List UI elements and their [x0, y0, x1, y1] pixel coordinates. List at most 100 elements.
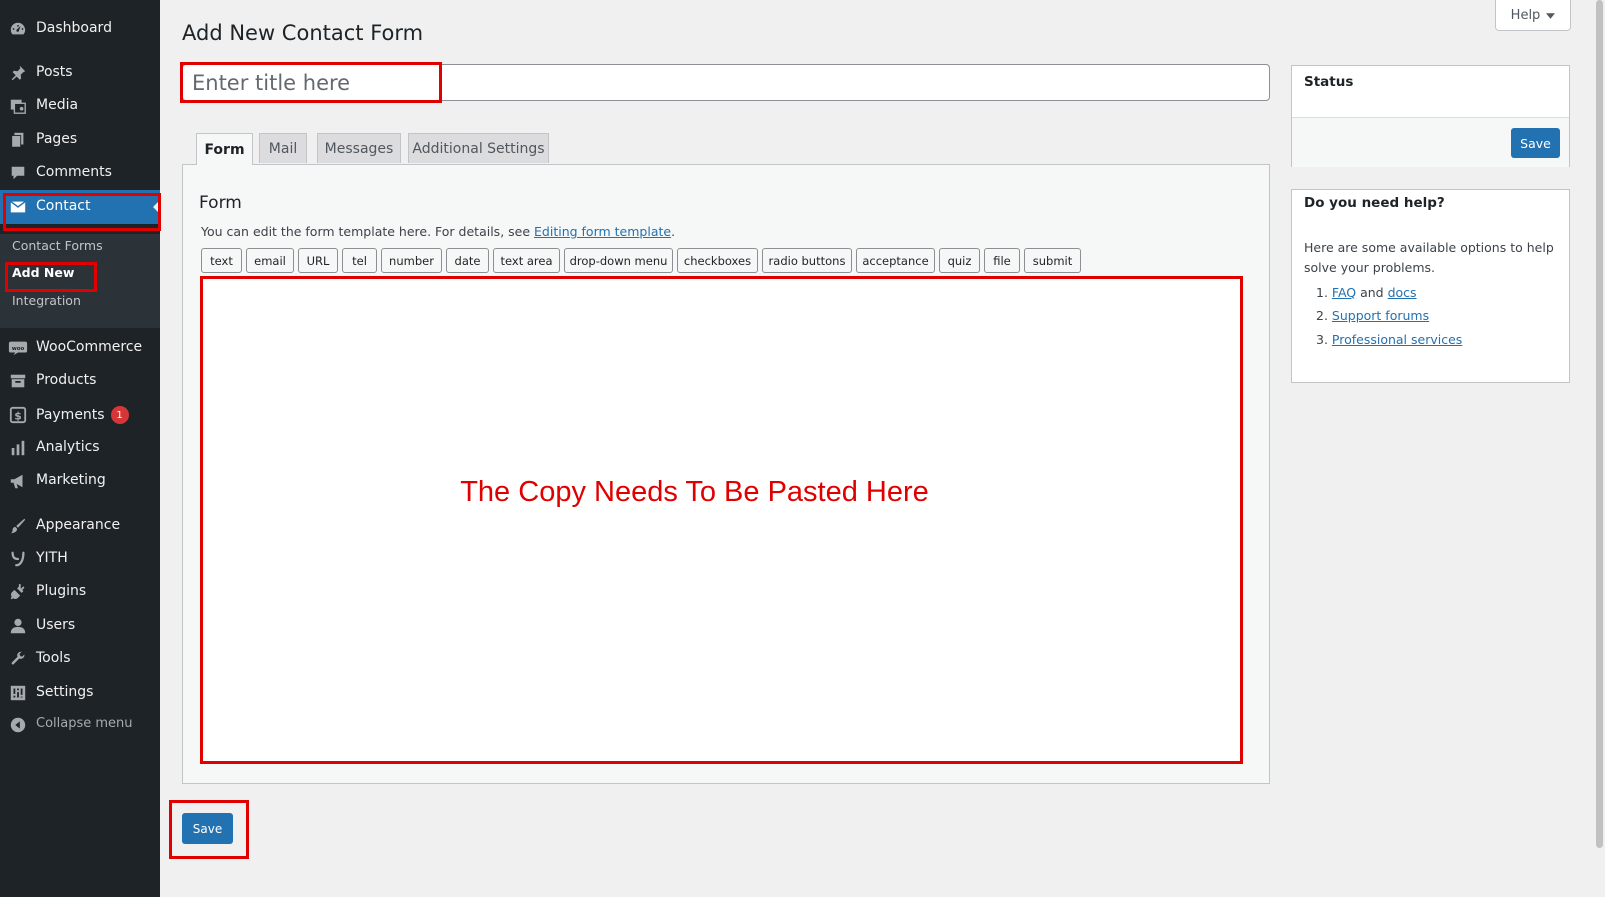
and-text: and [1356, 285, 1388, 300]
sidebar-item-woocommerce[interactable]: woo WooCommerce [0, 331, 160, 365]
save-button[interactable]: Save [182, 813, 233, 844]
tag-button-drop-down-menu[interactable]: drop-down menu [564, 248, 673, 273]
tag-button-file[interactable]: file [984, 248, 1020, 273]
settings-icon [8, 684, 28, 702]
sidebar-item-label: Plugins [36, 583, 87, 599]
sidebar-item-label: WooCommerce [36, 339, 143, 355]
sidebar-item-payments[interactable]: $ Payments 1 [0, 398, 160, 432]
yith-icon [8, 550, 28, 568]
submenu-item-integration[interactable]: Integration [12, 293, 81, 308]
tag-button-text[interactable]: text [201, 248, 242, 273]
caret-down-icon [1546, 8, 1556, 23]
description-suffix: . [671, 224, 676, 239]
archive-icon [8, 372, 28, 390]
tag-button-quiz[interactable]: quiz [939, 248, 980, 273]
sidebar-item-label: Comments [36, 164, 112, 180]
collapse-menu-button[interactable]: Collapse menu [0, 708, 160, 742]
tag-button-checkboxes[interactable]: checkboxes [677, 248, 758, 273]
tag-button-number[interactable]: number [381, 248, 442, 273]
sidebar-item-analytics[interactable]: Analytics [0, 431, 160, 465]
sidebar-item-label: Pages [36, 131, 78, 147]
sidebar-item-posts[interactable]: Posts [0, 56, 160, 90]
sidebar-item-pages[interactable]: Pages [0, 123, 160, 157]
current-menu-arrow [153, 200, 160, 214]
sidebar-item-label: Payments 1 [36, 406, 129, 424]
help-box: Do you need help? Here are some availabl… [1291, 189, 1570, 383]
megaphone-icon [8, 472, 28, 490]
sidebar-item-appearance[interactable]: Appearance [0, 509, 160, 543]
description-text: You can edit the form template here. For… [201, 224, 535, 239]
tab-form[interactable]: Form [196, 133, 253, 165]
sidebar-item-tools[interactable]: Tools [0, 642, 160, 676]
contact-submenu: Contact Forms Add New Integration [0, 234, 160, 328]
sidebar-item-label: Appearance [36, 517, 121, 533]
dashboard-icon [8, 20, 28, 38]
sidebar-item-label: Products [36, 372, 97, 388]
brush-icon [8, 517, 28, 535]
support-forums-link[interactable]: Support forums [1332, 308, 1429, 323]
editing-form-template-link[interactable]: Editing form template [534, 224, 671, 239]
help-list-item-2: 2. Support forums [1316, 308, 1430, 323]
professional-services-link[interactable]: Professional services [1332, 332, 1462, 347]
tag-button-tel[interactable]: tel [342, 248, 377, 273]
tag-button-acceptance[interactable]: acceptance [856, 248, 935, 273]
submenu-item-contact-forms[interactable]: Contact Forms [12, 238, 103, 253]
tab-mail[interactable]: Mail [259, 133, 307, 163]
tag-button-url[interactable]: URL [298, 248, 338, 273]
sidebar-item-products[interactable]: Products [0, 364, 160, 398]
sidebar-item-plugins[interactable]: Plugins [0, 575, 160, 609]
sidebar-item-users[interactable]: Users [0, 609, 160, 643]
scrollbar-thumb[interactable] [1596, 0, 1603, 848]
help-tab-button[interactable]: Help [1495, 0, 1571, 31]
help-list-item-3: 3. Professional services [1316, 332, 1463, 347]
sidebar-item-label: YITH [36, 550, 68, 566]
sidebar-item-settings[interactable]: Settings [0, 676, 160, 710]
plugin-icon [8, 583, 28, 601]
collapse-icon [8, 716, 28, 734]
media-icon [8, 97, 28, 115]
status-box-title: Status [1304, 74, 1354, 90]
tab-additional-settings[interactable]: Additional Settings [408, 133, 549, 163]
sidebar-item-label: Settings [36, 684, 94, 700]
tag-button-radio-buttons[interactable]: radio buttons [762, 248, 852, 273]
faq-link[interactable]: FAQ [1332, 285, 1356, 300]
mail-icon [8, 198, 28, 216]
tag-button-submit[interactable]: submit [1024, 248, 1081, 273]
dollar-icon: $ [8, 406, 28, 424]
form-panel-description: You can edit the form template here. For… [201, 224, 675, 239]
sidebar-item-label: Media [36, 97, 79, 113]
admin-sidebar: Dashboard Posts Media Pages Comments Con… [0, 0, 160, 897]
form-panel-title: Form [199, 193, 242, 213]
sidebar-item-label: Analytics [36, 439, 100, 455]
sidebar-item-label: Posts [36, 64, 73, 80]
svg-text:woo: woo [12, 346, 25, 352]
tag-button-date[interactable]: date [446, 248, 489, 273]
help-box-title: Do you need help? [1304, 195, 1445, 211]
docs-link[interactable]: docs [1388, 285, 1417, 300]
sidebar-item-marketing[interactable]: Marketing [0, 464, 160, 498]
page-title: Add New Contact Form [182, 21, 424, 45]
chart-bar-icon [8, 439, 28, 457]
sidebar-item-label: Tools [36, 650, 71, 666]
collapse-menu-label: Collapse menu [36, 716, 133, 731]
tag-button-text-area[interactable]: text area [493, 248, 560, 273]
payments-badge: 1 [110, 406, 129, 424]
status-box: Status Save [1291, 65, 1570, 167]
pages-icon [8, 131, 28, 149]
submenu-item-add-new[interactable]: Add New [12, 265, 74, 280]
tab-messages[interactable]: Messages [317, 133, 401, 163]
help-label: Help [1510, 7, 1541, 23]
sidebar-item-yith[interactable]: YITH [0, 542, 160, 576]
editor-annotation-note: The Copy Needs To Be Pasted Here [460, 476, 929, 508]
sidebar-item-comments[interactable]: Comments [0, 156, 160, 190]
help-list-item-1: 1. FAQ and docs [1316, 285, 1417, 300]
sidebar-item-label: Marketing [36, 472, 106, 488]
tag-button-email[interactable]: email [246, 248, 294, 273]
form-title-input[interactable] [182, 64, 1270, 101]
sidebar-item-dashboard[interactable]: Dashboard [0, 12, 160, 46]
sidebar-item-contact[interactable]: Contact [0, 190, 160, 224]
page-scrollbar[interactable] [1594, 0, 1605, 897]
sidebar-item-media[interactable]: Media [0, 89, 160, 123]
form-template-editor[interactable]: The Copy Needs To Be Pasted Here [201, 278, 1241, 763]
status-save-button[interactable]: Save [1511, 128, 1560, 158]
